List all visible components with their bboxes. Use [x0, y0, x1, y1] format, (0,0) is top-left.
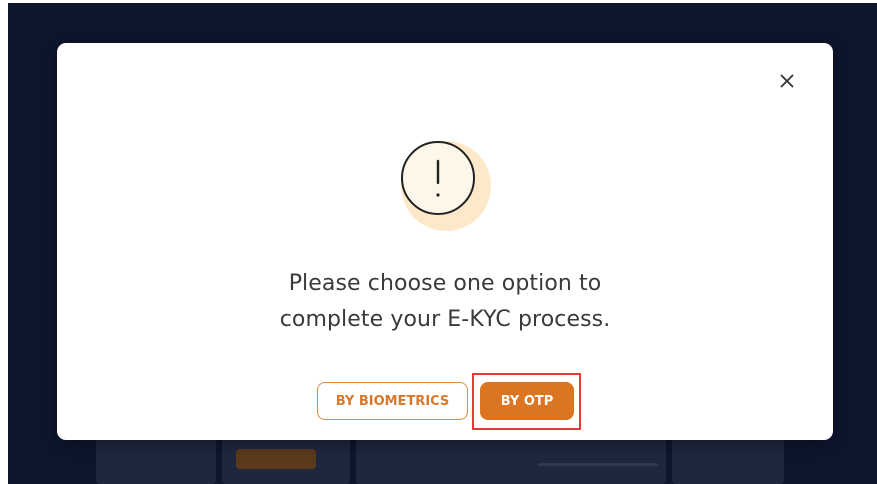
- exclamation-circle-icon: [394, 134, 498, 238]
- by-biometrics-label: BY BIOMETRICS: [335, 393, 450, 409]
- by-biometrics-button[interactable]: BY BIOMETRICS: [317, 382, 468, 420]
- ekyc-option-dialog: Please choose one option to complete you…: [57, 43, 833, 440]
- by-otp-label: BY OTP: [500, 393, 554, 409]
- message-line-1: Please choose one option to: [288, 271, 602, 296]
- close-icon: [780, 74, 794, 88]
- close-button[interactable]: [775, 69, 799, 93]
- dialog-message: Please choose one option to complete you…: [57, 266, 833, 338]
- by-otp-button[interactable]: BY OTP: [480, 382, 574, 420]
- message-line-2: complete your E-KYC process.: [279, 307, 611, 332]
